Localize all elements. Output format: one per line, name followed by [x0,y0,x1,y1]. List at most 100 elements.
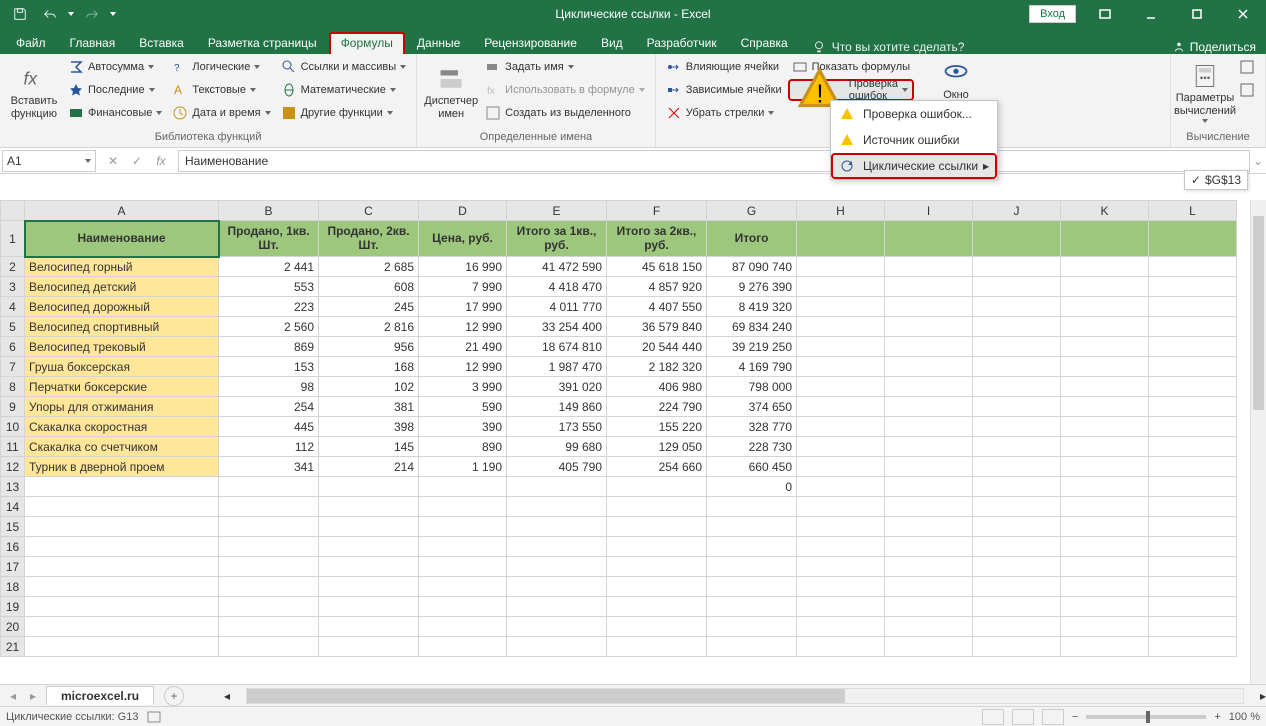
cell[interactable] [219,617,319,637]
spreadsheet-grid[interactable]: ABCDEFGHIJKL1НаименованиеПродано, 1кв. Ш… [0,200,1250,684]
column-header[interactable]: C [319,201,419,221]
cell[interactable] [1149,257,1237,277]
cell[interactable] [885,477,973,497]
cell[interactable] [885,497,973,517]
cell[interactable] [797,557,885,577]
cell[interactable] [419,517,507,537]
cell[interactable] [25,617,219,637]
cell[interactable] [973,517,1061,537]
cell[interactable] [219,557,319,577]
cell[interactable] [1061,397,1149,417]
cell[interactable] [1061,517,1149,537]
tab-home[interactable]: Главная [58,32,128,54]
cell[interactable] [885,417,973,437]
cell[interactable]: 99 680 [507,437,607,457]
cell[interactable] [419,617,507,637]
cell[interactable]: 590 [419,397,507,417]
remove-arrows-button[interactable]: Убрать стрелки [662,102,786,124]
calc-now-button[interactable] [1235,56,1259,78]
cell[interactable] [973,317,1061,337]
cell[interactable]: 168 [319,357,419,377]
cell[interactable] [885,377,973,397]
cell[interactable]: 33 254 400 [507,317,607,337]
cell[interactable]: 149 860 [507,397,607,417]
cell[interactable] [1061,557,1149,577]
name-manager-button[interactable]: Диспетчер имен [423,56,479,129]
cell[interactable] [1149,537,1237,557]
date-time-button[interactable]: Дата и время [168,102,274,124]
cell[interactable] [885,557,973,577]
cell[interactable] [1061,497,1149,517]
cell[interactable]: 391 020 [507,377,607,397]
cell[interactable] [885,577,973,597]
row-header[interactable]: 15 [1,517,25,537]
column-header[interactable]: I [885,201,973,221]
cell[interactable] [607,517,707,537]
cell[interactable] [1149,397,1237,417]
fx-button[interactable]: fx [150,150,172,172]
cell[interactable] [1149,437,1237,457]
row-header[interactable]: 18 [1,577,25,597]
cell[interactable] [707,637,797,657]
cell[interactable] [973,397,1061,417]
cell[interactable] [1061,577,1149,597]
cell[interactable] [219,577,319,597]
cell[interactable]: 228 730 [707,437,797,457]
cell[interactable] [507,537,607,557]
row-header[interactable]: 4 [1,297,25,317]
cell[interactable] [797,477,885,497]
cell[interactable]: 2 560 [219,317,319,337]
tab-file[interactable]: Файл [4,32,58,54]
cell[interactable] [707,617,797,637]
more-functions-button[interactable]: Другие функции [277,102,411,124]
text-button[interactable]: AТекстовые [168,79,274,101]
cell[interactable]: 374 650 [707,397,797,417]
cell[interactable]: 153 [219,357,319,377]
cell[interactable] [1149,357,1237,377]
cell[interactable] [25,557,219,577]
header-cell[interactable]: Цена, руб. [419,221,507,257]
cell[interactable] [797,317,885,337]
cell[interactable] [607,617,707,637]
cell[interactable] [419,537,507,557]
cell[interactable]: 145 [319,437,419,457]
cell[interactable] [797,597,885,617]
column-header[interactable]: B [219,201,319,221]
cell[interactable]: 1 190 [419,457,507,477]
cell[interactable] [1149,277,1237,297]
cell[interactable] [973,297,1061,317]
cell[interactable] [885,517,973,537]
cell[interactable]: Турник в дверной проем [25,457,219,477]
vertical-scrollbar[interactable] [1250,200,1266,684]
cell[interactable]: 224 790 [607,397,707,417]
cell[interactable] [973,357,1061,377]
cell[interactable] [507,597,607,617]
column-header[interactable]: F [607,201,707,221]
row-header[interactable]: 5 [1,317,25,337]
cell[interactable]: 155 220 [607,417,707,437]
cell[interactable] [1061,637,1149,657]
cell[interactable]: 214 [319,457,419,477]
cell[interactable] [707,557,797,577]
normal-view-button[interactable] [982,709,1004,725]
qat-customize-icon[interactable] [110,12,116,16]
cell[interactable] [607,537,707,557]
cell[interactable] [885,597,973,617]
cell[interactable] [219,477,319,497]
cell[interactable] [973,337,1061,357]
cell[interactable]: 254 [219,397,319,417]
row-header[interactable]: 13 [1,477,25,497]
cell[interactable] [797,457,885,477]
row-header[interactable]: 11 [1,437,25,457]
cell[interactable]: 3 990 [419,377,507,397]
cell[interactable] [885,397,973,417]
cell[interactable]: 129 050 [607,437,707,457]
cell[interactable] [1061,457,1149,477]
cell[interactable] [797,577,885,597]
cell[interactable] [973,497,1061,517]
cell[interactable] [973,437,1061,457]
cell[interactable] [973,377,1061,397]
cell[interactable] [507,517,607,537]
cell[interactable]: 87 090 740 [707,257,797,277]
sheet-nav[interactable]: ◂▸ [0,689,46,703]
